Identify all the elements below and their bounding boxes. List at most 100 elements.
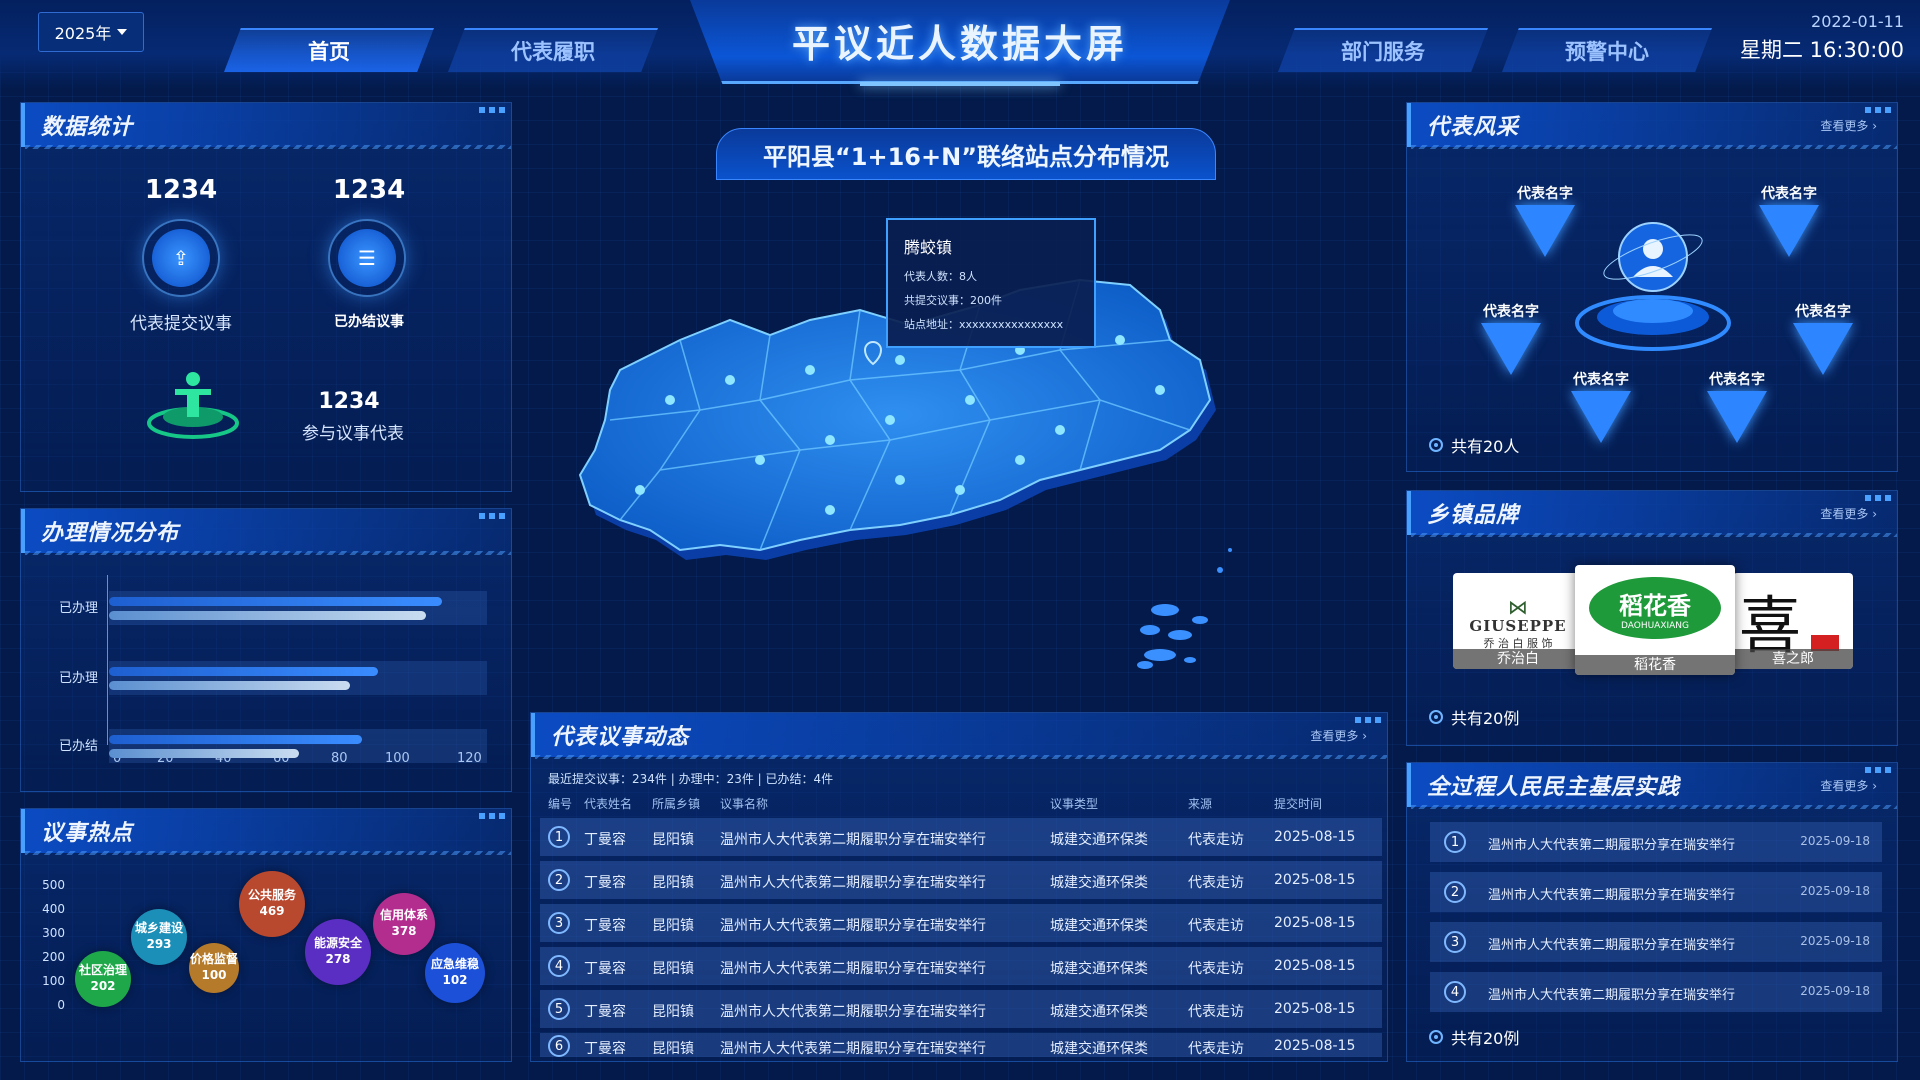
table-cell: 丁曼容: [584, 1041, 626, 1057]
col-header-type: 议事类型: [1050, 797, 1099, 811]
bubble-energy-security[interactable]: 能源安全 278: [305, 919, 371, 985]
bar[interactable]: [109, 667, 379, 676]
table-cell: 代表走访: [1188, 875, 1244, 891]
rep-card[interactable]: 代表名字: [1749, 183, 1829, 257]
rep-name: 代表名字: [1795, 304, 1851, 320]
tooltip-issue-count: 共提交议事：200件: [904, 294, 1002, 307]
bar[interactable]: [109, 611, 426, 620]
table-cell: 城建交通环保类: [1050, 875, 1148, 891]
item-number-badge: 3: [1444, 931, 1466, 953]
rep-card[interactable]: 代表名字: [1697, 369, 1777, 443]
item-title: 温州市人大代表第二期履职分享在瑞安举行: [1488, 988, 1736, 1003]
table-cell: 城建交通环保类: [1050, 1041, 1148, 1057]
decor-dots: [1355, 717, 1381, 723]
table-row[interactable]: 1 丁曼容 昆阳镇 温州市人大代表第二期履职分享在瑞安举行 城建交通环保类 代表走访 202…: [540, 818, 1382, 856]
tab-home[interactable]: 首页: [224, 28, 434, 72]
table-row[interactable]: 6 丁曼容 昆阳镇 温州市人大代表第二期履职分享在瑞安举行 城建交通环保类 代表走访 202…: [540, 1033, 1382, 1057]
table-cell: 温州市人大代表第二期履职分享在瑞安举行: [720, 875, 986, 891]
date-display: 2022-01-11: [1811, 12, 1904, 31]
table-row[interactable]: 3 丁曼容 昆阳镇 温州市人大代表第二期履职分享在瑞安举行 城建交通环保类 代表走访 202…: [540, 904, 1382, 942]
crystal-icon: [1481, 323, 1541, 375]
item-number-badge: 2: [1444, 881, 1466, 903]
brand-caption: 稻花香: [1575, 655, 1735, 675]
table-row[interactable]: 5 丁曼容 昆阳镇 温州市人大代表第二期履职分享在瑞安举行 城建交通环保类 代表走访 202…: [540, 990, 1382, 1028]
decor-stripes: [535, 755, 1387, 759]
completed-count: 1234: [332, 175, 406, 205]
table-cell: 昆阳镇: [652, 918, 694, 934]
rep-card[interactable]: 代表名字: [1471, 301, 1551, 375]
table-cell: 2025-08-15: [1274, 872, 1356, 888]
tab-label: 代表履职: [511, 40, 595, 64]
decor-dots: [1865, 767, 1891, 773]
brand-caption: 乔治白: [1453, 649, 1583, 669]
bubble-price-supervision[interactable]: 价格监督 100: [189, 943, 239, 993]
stats-panel-title: 数据统计: [41, 115, 134, 140]
tab-warning-center[interactable]: 预警中心: [1502, 28, 1712, 72]
brand-card-xizhilang[interactable]: 喜 喜之郎: [1733, 573, 1853, 669]
year-select[interactable]: 2025年: [38, 12, 144, 52]
list-item[interactable]: 3 温州市人大代表第二期履职分享在瑞安举行 2025-09-18: [1430, 922, 1882, 962]
y-tick-label: 500: [42, 878, 65, 892]
chevron-down-icon: [117, 29, 128, 35]
brands-more-link[interactable]: 查看更多 ›: [1820, 505, 1877, 522]
table-cell: 丁曼容: [584, 832, 626, 848]
crystal-icon: [1759, 205, 1819, 257]
bubble-emergency[interactable]: 应急维稳 102: [425, 943, 485, 1003]
dynamics-more-link[interactable]: 查看更多 ›: [1310, 727, 1367, 744]
list-item[interactable]: 4 温州市人大代表第二期履职分享在瑞安举行 2025-09-18: [1430, 972, 1882, 1012]
rep-card[interactable]: 代表名字: [1783, 301, 1863, 375]
table-cell: 城建交通环保类: [1050, 918, 1148, 934]
bubble-urban-rural[interactable]: 城乡建设 293: [131, 909, 187, 965]
table-cell: 2025-08-15: [1274, 958, 1356, 974]
bar[interactable]: [109, 681, 350, 690]
map-title-plate: 平阳县“1+16+N”联络站点分布情况: [716, 128, 1216, 180]
hotspots-panel-title: 议事热点: [41, 821, 134, 846]
decor-stripes: [1411, 145, 1897, 149]
reps-panel-title: 代表风采: [1427, 115, 1520, 140]
reps-panel: 代表风采 查看更多 › 代表名字 代表名字 代表名字 代表名字 代表名字 代表名…: [1406, 102, 1898, 472]
table-cell: 丁曼容: [584, 875, 626, 891]
bubble-public-service[interactable]: 公共服务 469: [239, 871, 305, 937]
item-date: 2025-09-18: [1800, 834, 1870, 848]
row-number-badge: 5: [548, 998, 570, 1020]
bar[interactable]: [109, 597, 442, 606]
table-cell: 温州市人大代表第二期履职分享在瑞安举行: [720, 1041, 986, 1057]
y-tick-label: 200: [42, 950, 65, 964]
brand-emblem: 稻花香 DAOHUAXIANG: [1589, 577, 1721, 639]
item-date: 2025-09-18: [1800, 934, 1870, 948]
row-number-badge: 1: [548, 826, 570, 848]
table-cell: 城建交通环保类: [1050, 832, 1148, 848]
bar[interactable]: [109, 735, 363, 744]
hotspots-panel-header: 议事热点: [21, 809, 511, 855]
table-cell: 丁曼容: [584, 1004, 626, 1020]
bubble-community-governance[interactable]: 社区治理 202: [75, 951, 131, 1007]
list-item[interactable]: 1 温州市人大代表第二期履职分享在瑞安举行 2025-09-18: [1430, 822, 1882, 862]
tab-department-services[interactable]: 部门服务: [1278, 28, 1488, 72]
page-title: 平议近人数据大屏: [791, 22, 1128, 66]
brand-card-daohuaxiang[interactable]: 稻花香 DAOHUAXIANG 稻花香: [1575, 565, 1735, 675]
bubble-credit-system[interactable]: 信用体系 378: [373, 893, 435, 955]
row-number-badge: 6: [548, 1035, 570, 1057]
practice-total-row: 共有20例: [1429, 1025, 1519, 1049]
map-tooltip: 腾蛟镇 代表人数：8人 共提交议事：200件 站点地址：xxxxxxxxxxxx…: [886, 218, 1096, 348]
item-title: 温州市人大代表第二期履职分享在瑞安举行: [1488, 938, 1736, 953]
item-date: 2025-09-18: [1800, 984, 1870, 998]
bar[interactable]: [109, 749, 299, 758]
list-item[interactable]: 2 温州市人大代表第二期履职分享在瑞安举行 2025-09-18: [1430, 872, 1882, 912]
table-cell: 昆阳镇: [652, 1041, 694, 1057]
practice-more-link[interactable]: 查看更多 ›: [1820, 777, 1877, 794]
stats-panel-header: 数据统计: [21, 103, 511, 149]
table-row[interactable]: 2 丁曼容 昆阳镇 温州市人大代表第二期履职分享在瑞安举行 城建交通环保类 代表走访 202…: [540, 861, 1382, 899]
bowtie-icon: ⋈: [1508, 595, 1528, 619]
brand-logo-sub: DAOHUAXIANG: [1620, 620, 1690, 631]
crystal-icon: [1707, 391, 1767, 443]
hotspots-panel: 议事热点 500 400 300 200 100 0 社区治理 202 城乡建设 2…: [20, 808, 512, 1062]
practice-panel-header: 全过程人民民主基层实践 查看更多 ›: [1407, 763, 1897, 809]
tab-rep-duties[interactable]: 代表履职: [448, 28, 658, 72]
table-cell: 温州市人大代表第二期履职分享在瑞安举行: [720, 918, 986, 934]
brand-card-giuseppe[interactable]: ⋈ GIUSEPPE 乔 治 白 服 饰 乔治白: [1453, 573, 1583, 669]
reps-more-link[interactable]: 查看更多 ›: [1820, 117, 1877, 134]
table-row[interactable]: 4 丁曼容 昆阳镇 温州市人大代表第二期履职分享在瑞安举行 城建交通环保类 代表走访 202…: [540, 947, 1382, 985]
table-cell: 城建交通环保类: [1050, 1004, 1148, 1020]
rep-card[interactable]: 代表名字: [1561, 369, 1641, 443]
